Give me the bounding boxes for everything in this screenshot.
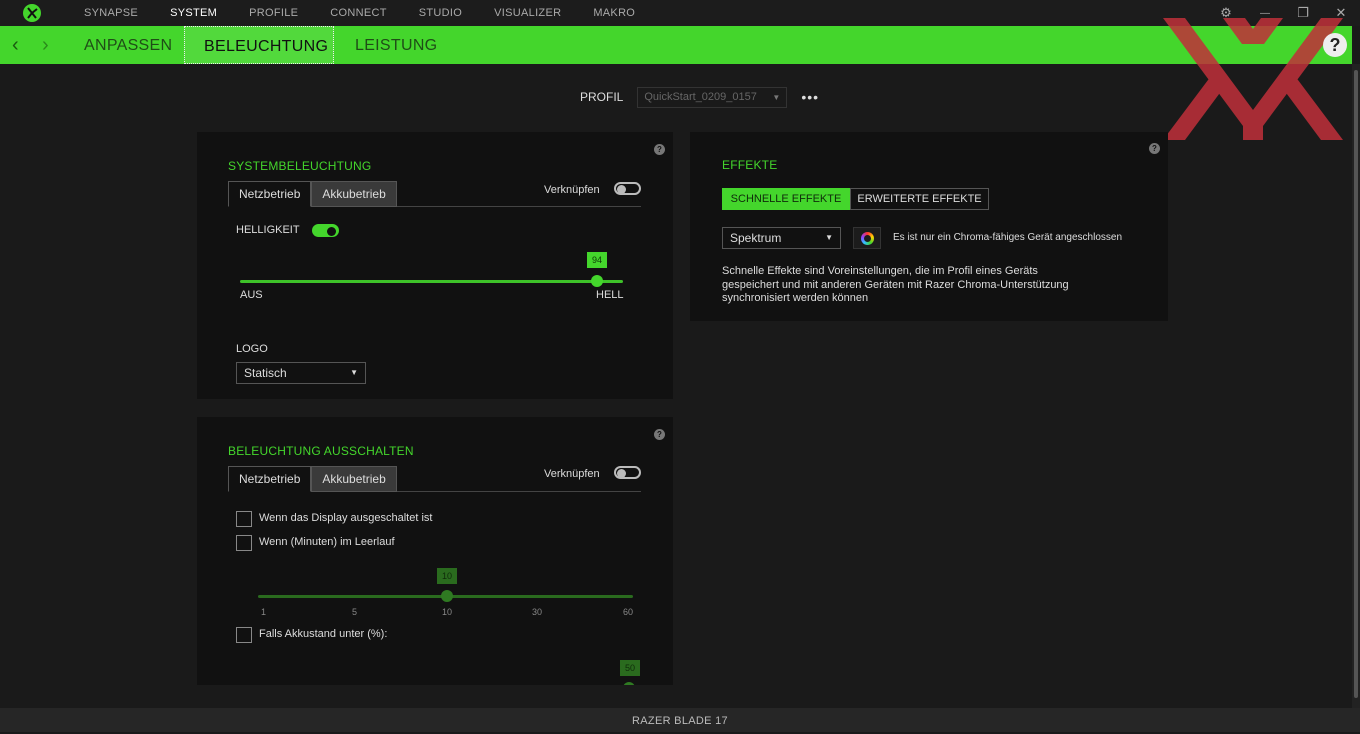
link-label: Verknüpfen [544,184,600,196]
system-lighting-panel: ? SYSTEMBELEUCHTUNG Netzbetrieb Akkubetr… [197,132,673,399]
effects-description-line2: gespeichert und mit anderen Geräten mit … [722,279,1069,291]
help-icon[interactable]: ? [1323,33,1347,57]
battery-label: Falls Akkustand unter (%): [259,628,388,640]
chroma-note: Es ist nur ein Chroma-fähiges Gerät ange… [893,232,1123,243]
chevron-down-icon: ▼ [772,92,781,102]
brightness-slider-track[interactable] [240,280,623,283]
profile-select[interactable]: QuickStart_0209_0157 ▼ [637,86,788,108]
info-icon[interactable]: ? [654,144,665,155]
chroma-ring-icon [861,232,874,245]
chevron-down-icon: ▼ [825,233,833,242]
topnav-system[interactable]: SYSTEM [170,0,217,26]
back-arrow-icon[interactable]: ‹ [12,26,19,64]
power-mode-tabs: Netzbetrieb Akkubetrieb [228,466,397,492]
brightness-label: HELLIGKEIT [236,224,300,236]
sub-nav-bar: ‹ › ANPASSEN BELEUCHTUNG LEISTUNG [0,26,1352,64]
chevron-down-icon: ▼ [350,368,358,377]
tab-netzbetrieb[interactable]: Netzbetrieb [228,181,312,207]
brightness-toggle[interactable] [312,224,339,237]
brightness-value-badge: 94 [587,252,607,268]
topnav-studio[interactable]: STUDIO [419,0,462,26]
tab-netzbetrieb[interactable]: Netzbetrieb [228,466,312,492]
more-options-button[interactable]: ••• [801,89,819,105]
logo-effect-value: Statisch [244,366,287,380]
tab-akkubetrieb[interactable]: Akkubetrieb [311,466,397,492]
display-off-label: Wenn das Display ausgeschaltet ist [259,512,433,524]
page-scrollbar[interactable] [1352,64,1360,708]
profile-row: PROFIL QuickStart_0209_0157 ▼ ••• [580,86,819,108]
slider-max-label: HELL [596,289,624,301]
top-bar: SYNAPSE SYSTEM PROFILE CONNECT STUDIO VI… [0,0,1360,26]
topnav-profile[interactable]: PROFILE [249,0,298,26]
idle-value-badge: 10 [437,568,457,584]
logo-label: LOGO [236,343,268,355]
scrollbar-thumb[interactable] [1354,70,1358,698]
topnav-visualizer[interactable]: VISUALIZER [494,0,561,26]
slider-min-label: AUS [240,289,263,301]
effects-panel: ? EFFEKTE SCHNELLE EFFEKTE ERWEITERTE EF… [690,132,1168,321]
topnav-synapse[interactable]: SYNAPSE [84,0,138,26]
battery-checkbox[interactable] [236,627,252,643]
idle-tick: 5 [352,607,358,617]
idle-slider-thumb[interactable] [441,590,453,602]
battery-value-badge: 50 [620,660,640,676]
panel-title: SYSTEMBELEUCHTUNG [228,159,372,173]
idle-label: Wenn (Minuten) im Leerlauf [259,536,395,548]
effect-select-value: Spektrum [730,231,782,245]
topnav-makro[interactable]: MAKRO [593,0,635,26]
battery-slider-thumb[interactable] [623,682,635,685]
toggle-knob [327,227,336,236]
lighting-off-panel: ? BELEUCHTUNG AUSSCHALTEN Netzbetrieb Ak… [197,417,673,685]
chroma-device-icon[interactable] [853,227,881,249]
info-icon[interactable]: ? [1149,143,1160,154]
device-name: RAZER BLADE 17 [632,715,728,727]
forward-arrow-icon[interactable]: › [42,26,49,64]
idle-checkbox[interactable] [236,535,252,551]
device-status-bar: RAZER BLADE 17 [0,708,1360,732]
idle-tick: 30 [532,607,543,617]
panel-title: EFFEKTE [722,158,778,172]
tab-beleuchtung[interactable]: BELEUCHTUNG [184,26,334,64]
info-icon[interactable]: ? [654,429,665,440]
link-label: Verknüpfen [544,468,600,480]
watermark-logo [1163,18,1343,140]
power-mode-tabs: Netzbetrieb Akkubetrieb [228,181,397,207]
profile-select-value: QuickStart_0209_0157 [644,90,757,103]
topnav-connect[interactable]: CONNECT [330,0,387,26]
toggle-knob [617,185,626,194]
idle-tick: 60 [623,607,634,617]
toggle-knob [617,469,626,478]
link-toggle[interactable] [614,466,641,479]
effects-description-line3: synchronisiert werden können [722,292,869,304]
link-toggle[interactable] [614,182,641,195]
display-off-checkbox[interactable] [236,511,252,527]
profile-label: PROFIL [580,90,624,104]
idle-tick: 10 [442,607,453,617]
advanced-effects-button[interactable]: ERWEITERTE EFFEKTE [850,188,989,210]
quick-effects-button[interactable]: SCHNELLE EFFEKTE [722,188,850,210]
panel-title: BELEUCHTUNG AUSSCHALTEN [228,444,414,458]
brightness-slider-thumb[interactable] [591,275,603,287]
idle-tick: 1 [261,607,267,617]
effects-description-line1: Schnelle Effekte sind Voreinstellungen, … [722,265,1038,277]
top-nav: SYNAPSE SYSTEM PROFILE CONNECT STUDIO VI… [84,0,667,26]
tab-akkubetrieb[interactable]: Akkubetrieb [311,181,397,207]
tab-anpassen[interactable]: ANPASSEN [84,26,172,64]
tab-leistung[interactable]: LEISTUNG [355,26,437,64]
razer-logo-icon[interactable] [22,3,42,23]
effect-select[interactable]: Spektrum ▼ [722,227,841,249]
logo-effect-select[interactable]: Statisch ▼ [236,362,366,384]
